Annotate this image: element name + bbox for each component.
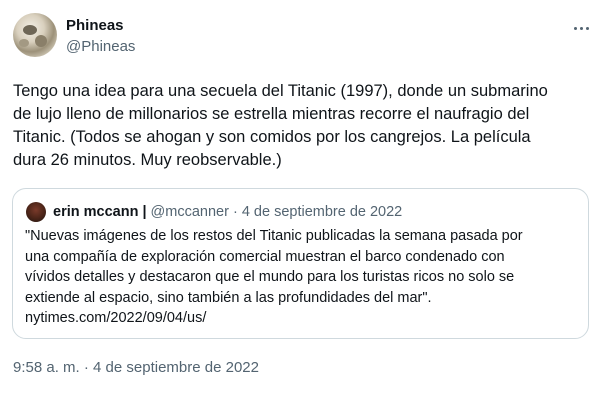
quoted-separator: |	[142, 204, 147, 220]
more-horizontal-icon	[573, 26, 577, 30]
more-horizontal-icon	[585, 26, 589, 30]
quoted-display-name: erin mccann	[53, 204, 139, 220]
tweet-text: Tengo una idea para una secuela del Tita…	[13, 82, 548, 169]
quoted-handle: @mccanner	[150, 204, 229, 220]
avatar-pattern	[23, 25, 37, 35]
tweet-timestamp[interactable]: 9:58 a. m. · 4 de septiembre de 2022	[13, 358, 259, 378]
avatar-pattern	[19, 39, 29, 47]
quoted-tweet[interactable]: erin mccann | @mccanner · 4 de septiembr…	[12, 188, 589, 339]
more-horizontal-icon	[579, 26, 583, 30]
quoted-text: "Nuevas imágenes de los restos del Titan…	[25, 228, 523, 326]
avatar[interactable]	[13, 13, 57, 57]
quoted-date: · 4 de septiembre de 2022	[232, 204, 403, 220]
author-handle[interactable]: @Phineas	[66, 37, 135, 57]
author-display-name[interactable]: Phineas	[66, 16, 124, 36]
avatar-pattern	[35, 35, 47, 47]
quoted-header: erin mccann | @mccanner · 4 de septiembr…	[53, 202, 402, 222]
more-options-button[interactable]	[568, 18, 594, 38]
quoted-avatar	[26, 202, 46, 222]
